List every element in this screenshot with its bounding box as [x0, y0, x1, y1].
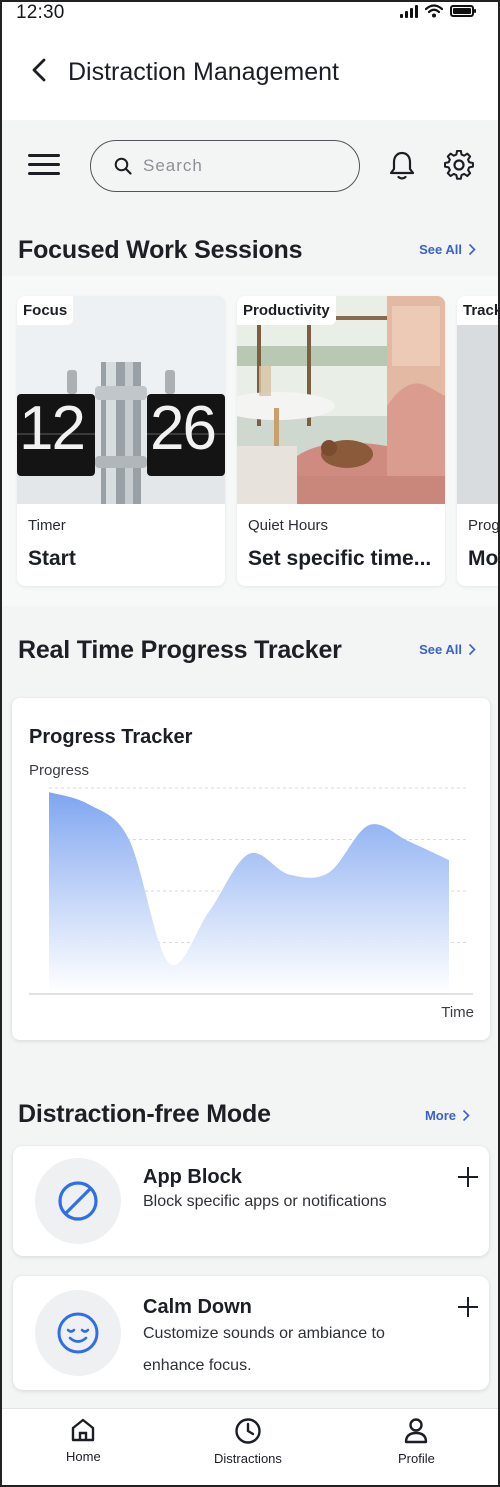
dfm-item-app-block[interactable]: App Block Block specific apps or notific… [13, 1146, 489, 1256]
progress-area-chart [29, 787, 473, 995]
dfm-more-link[interactable]: More [425, 1108, 470, 1123]
clock-icon [235, 1418, 261, 1444]
card-image: Track [457, 296, 498, 504]
status-bar: 12:30 [2, 2, 498, 24]
section-title-focused: Focused Work Sessions [18, 236, 303, 264]
bell-icon[interactable] [388, 150, 416, 182]
focus-cards-carousel[interactable]: 12 26 Focus Timer Start Productivity Qui… [2, 276, 498, 606]
section-title-tracker: Real Time Progress Tracker [18, 636, 342, 664]
add-icon[interactable] [457, 1296, 479, 1318]
chevron-right-icon [468, 243, 476, 256]
smile-icon [57, 1312, 99, 1354]
focused-see-all-link[interactable]: See All [419, 242, 476, 257]
cafe-interior-image: Productivity [237, 296, 445, 504]
card-subtitle: Quiet Hours [248, 517, 329, 534]
nav-label-profile: Profile [398, 1451, 435, 1466]
progress-tracker-card: Progress Tracker Progress Time [12, 698, 490, 1040]
search-bar[interactable] [90, 140, 360, 192]
chart-x-label: Time [441, 1004, 474, 1021]
smile-icon-wrap [35, 1290, 121, 1376]
search-row [2, 120, 498, 224]
card-track[interactable]: Track Prog Mo [457, 296, 498, 586]
dfm-item-title: Calm Down [143, 1296, 252, 1318]
tracker-section-header: Real Time Progress Tracker See All [2, 606, 498, 684]
phone-frame: 12:30 Distraction Management Search Focu… [0, 0, 500, 1487]
nav-distractions[interactable]: Distractions [214, 1417, 282, 1466]
chart-area-series [49, 792, 449, 994]
card-subtitle: Prog [468, 517, 498, 534]
menu-icon[interactable] [28, 154, 62, 178]
focused-section-header: Focused Work Sessions See All [2, 224, 498, 276]
clock-digits-left: 12 [19, 394, 86, 463]
card-tag: Track [457, 296, 498, 325]
tracker-see-all-label: See All [419, 642, 462, 657]
dfm-item-desc: Block specific apps or notifications [143, 1193, 387, 1210]
top-bar: Distraction Management [2, 24, 498, 120]
battery-icon [450, 5, 476, 17]
search-icon [114, 157, 132, 175]
gear-icon[interactable] [444, 150, 474, 180]
dfm-item-calm-down[interactable]: Calm Down Customize sounds or ambiance t… [13, 1276, 489, 1390]
chevron-right-icon [468, 643, 476, 656]
bottom-nav: Home Distractions Profile [2, 1408, 498, 1485]
dfm-item-desc: Customize sounds or ambiance to enhance … [143, 1325, 385, 1374]
clock-digits-right: 26 [150, 394, 217, 463]
card-tag: Productivity [237, 296, 336, 325]
wifi-icon [425, 4, 443, 18]
section-title-dfm: Distraction-free Mode [18, 1100, 271, 1128]
nav-label-home: Home [66, 1449, 101, 1464]
card-productivity[interactable]: Productivity Quiet Hours Set specific ti… [237, 296, 445, 586]
tracker-see-all-link[interactable]: See All [419, 642, 476, 657]
nav-profile[interactable]: Profile [398, 1417, 435, 1466]
status-icons [400, 4, 476, 18]
card-title: Set specific time... [248, 547, 432, 570]
profile-icon [405, 1418, 428, 1444]
add-icon[interactable] [457, 1166, 479, 1188]
dfm-more-label: More [424, 1108, 456, 1123]
nav-home[interactable]: Home [66, 1417, 101, 1464]
nav-label-distractions: Distractions [214, 1451, 282, 1466]
home-icon [72, 1418, 95, 1442]
block-icon [58, 1181, 98, 1221]
distraction-free-section: Distraction-free Mode More App Block Blo… [2, 1076, 498, 1408]
block-icon-wrap [35, 1158, 121, 1244]
card-subtitle: Timer [28, 517, 66, 534]
progress-area: Progress Tracker Progress Time [2, 684, 498, 1076]
back-icon[interactable] [28, 56, 52, 84]
search-input[interactable] [143, 153, 343, 179]
signal-icon [400, 4, 418, 18]
card-focus[interactable]: 12 26 Focus Timer Start [17, 296, 225, 586]
card-title: Mo [468, 547, 498, 570]
card-tag: Focus [17, 296, 74, 325]
chevron-right-icon [462, 1109, 470, 1122]
page-title: Distraction Management [68, 58, 339, 86]
focused-see-all-label: See All [419, 242, 462, 257]
status-time: 12:30 [16, 2, 65, 23]
chart-title: Progress Tracker [29, 726, 193, 748]
card-title: Start [28, 547, 76, 570]
flip-clock-image: 12 26 Focus [17, 296, 225, 504]
